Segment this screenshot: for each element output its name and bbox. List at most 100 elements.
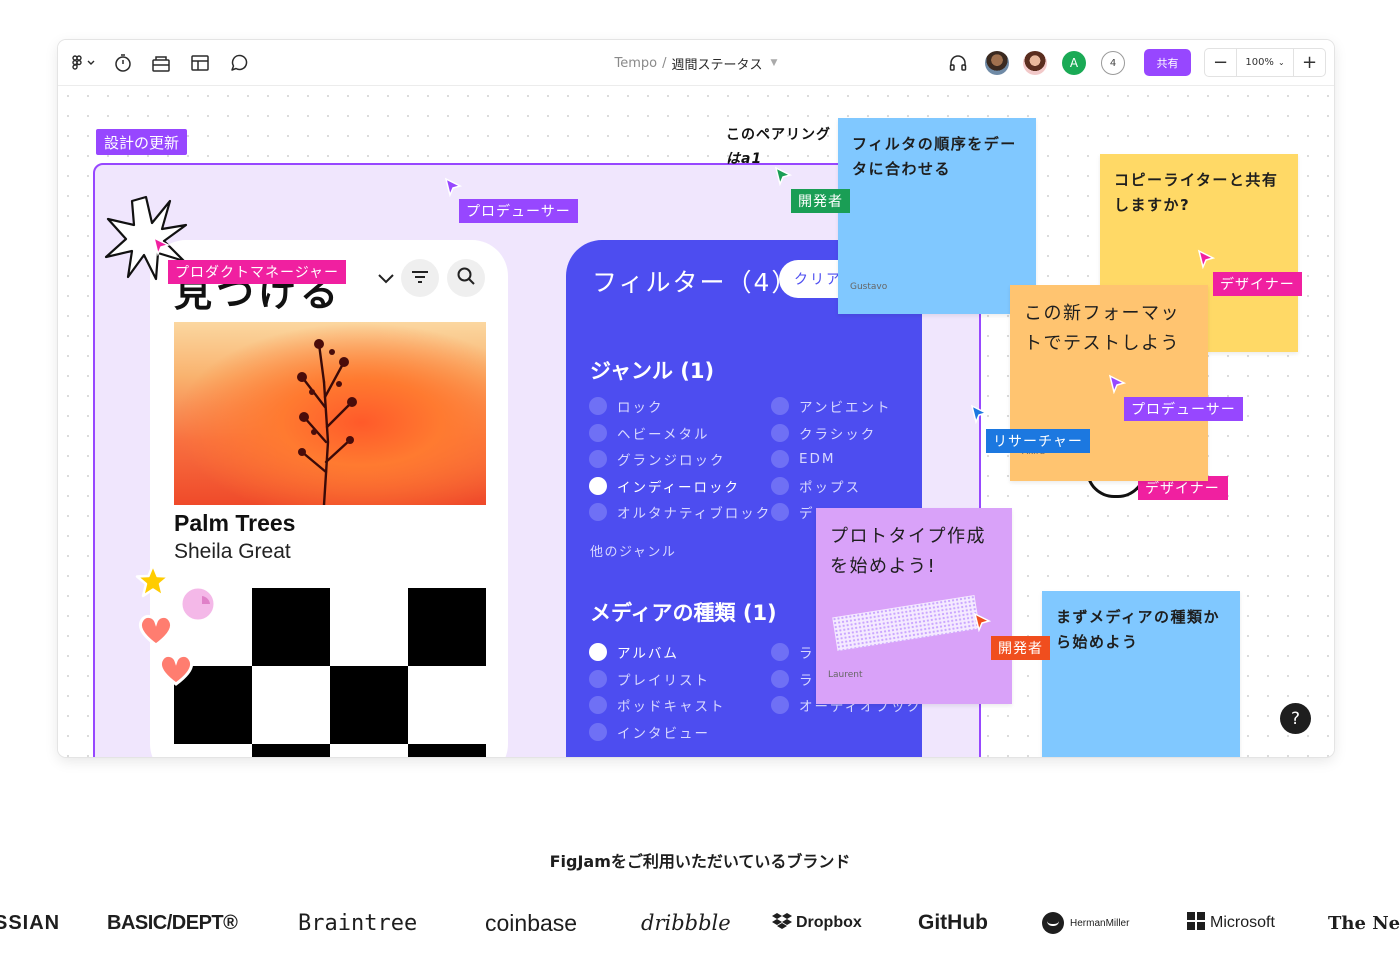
genre-option[interactable]: オルタナティブロック [589, 502, 771, 522]
media-option[interactable]: アルバム [589, 642, 726, 662]
radio-selected-icon [589, 476, 607, 495]
artist-name[interactable]: Sheila Great [174, 540, 291, 564]
figma-menu-icon[interactable] [70, 52, 98, 74]
radio-selected-icon [589, 643, 607, 661]
breadcrumb-file-name[interactable]: 週間ステータス [672, 54, 763, 73]
option-label: プレイリスト [617, 672, 710, 689]
cursor-tag: リサーチャー [986, 429, 1090, 453]
chevron-down-icon: ⌄ [1277, 58, 1285, 67]
genre-option[interactable]: インディーロック [589, 476, 771, 496]
radio-icon [589, 722, 607, 741]
option-label: EDM [799, 451, 836, 467]
sticky-note[interactable]: フィルタの順序をデー タに合わせる Gustavo [838, 118, 1036, 314]
cursor-arrow-icon [1197, 249, 1216, 270]
option-label: オルタナティブロック [617, 506, 772, 522]
cursor-arrow-icon [973, 612, 992, 633]
zoom-level-value: 100% [1245, 57, 1274, 68]
genre-option[interactable]: グランジロック [589, 449, 771, 469]
cursor-arrow-icon [1108, 374, 1127, 395]
zoom-level-dropdown[interactable]: 100% ⌄ [1236, 49, 1294, 76]
handwritten-line: このペアリング [726, 127, 831, 143]
breadcrumb-project[interactable]: Tempo [615, 56, 658, 71]
option-label: グランジロック [617, 453, 726, 469]
option-label: ポッドキャスト [617, 699, 726, 715]
brand-logo-microsoft: Microsoft [1187, 906, 1275, 940]
filter-title: フィルター（4） [592, 268, 799, 297]
sticky-text: を始めよう! [830, 556, 937, 577]
checker-square [252, 588, 330, 666]
sort-button[interactable] [401, 259, 439, 297]
other-genres-link[interactable]: 他のジャンル [590, 541, 676, 560]
hermanmiller-icon [1042, 912, 1064, 934]
checker-square [252, 744, 330, 757]
genre-option[interactable]: EDM [771, 449, 891, 469]
radio-icon [589, 423, 607, 442]
radio-icon [771, 669, 789, 688]
avatar[interactable]: A [1062, 51, 1086, 75]
star-sticker-icon[interactable] [134, 562, 172, 604]
hermanmiller-wordmark: HermanMiller [1070, 917, 1130, 929]
microsoft-wordmark: Microsoft [1210, 914, 1275, 931]
brand-logo-github: GitHub [918, 911, 988, 934]
brand-logo-atlassian: SSIAN [0, 911, 61, 934]
radio-icon [771, 476, 789, 495]
genre-option[interactable]: クラシック [771, 423, 891, 443]
sticky-text: コピーライターと共有 [1114, 171, 1279, 189]
genre-heading: ジャンル (1) [590, 359, 715, 383]
share-button[interactable]: 共有 [1144, 49, 1191, 76]
zoom-control: − 100% ⌄ + [1204, 48, 1326, 77]
genre-options-left: ロック ヘビーメタル グランジロック インディーロック オルタナティブロック [589, 396, 771, 529]
radio-icon [589, 503, 607, 521]
avatar[interactable] [985, 51, 1009, 75]
search-button[interactable] [447, 259, 485, 297]
whiteboard-canvas[interactable]: 設計の更新 見つける Palm Trees Sheila Great フィルター… [58, 86, 1334, 757]
plant-silhouette [297, 339, 357, 505]
radio-icon [589, 669, 607, 688]
checker-square [408, 588, 486, 666]
sticky-note[interactable]: まずメディアの種類か ら始めよう [1042, 591, 1240, 757]
avatar[interactable] [1023, 51, 1047, 75]
brand-logo-dribbble: dribbble [641, 911, 731, 935]
handwritten-note[interactable]: このペアリング はa1 [726, 123, 831, 171]
zoom-in-button[interactable]: + [1294, 49, 1325, 76]
media-option[interactable]: ポッドキャスト [589, 695, 726, 715]
page-root: Tempo / 週間ステータス ▼ A 4 共有 − 100% ⌄ + 設計の更… [0, 0, 1400, 975]
cursor-arrow-icon [152, 236, 171, 257]
genre-option[interactable]: ヘビーメタル [589, 423, 771, 443]
chevron-down-icon[interactable] [376, 268, 396, 288]
genre-option[interactable]: アンビエント [771, 396, 891, 416]
sticker-icon[interactable] [178, 584, 218, 628]
radio-icon [589, 696, 607, 714]
genre-option[interactable]: ロック [589, 396, 771, 416]
heart-sticker-icon[interactable] [136, 612, 176, 652]
section-label[interactable]: 設計の更新 [96, 129, 188, 155]
brand-logo-hermanmiller: HermanMiller [1042, 906, 1129, 940]
cursor-tag: プロダクトマネージャー [168, 260, 347, 284]
zoom-out-button[interactable]: − [1205, 49, 1236, 76]
breadcrumb-separator: / [662, 55, 667, 71]
library-icon[interactable] [150, 52, 172, 74]
cursor-arrow-icon [774, 166, 793, 187]
radio-icon [771, 397, 789, 415]
comment-icon[interactable] [228, 52, 250, 74]
checker-square [330, 666, 408, 744]
radio-icon [589, 450, 607, 468]
media-option[interactable]: インタビュー [589, 722, 726, 742]
album-art-image[interactable] [174, 322, 486, 505]
timer-icon[interactable] [112, 52, 134, 74]
chevron-down-icon[interactable]: ▼ [771, 58, 778, 68]
canvas-content: 設計の更新 見つける Palm Trees Sheila Great フィルター… [58, 86, 1334, 757]
option-label: インディーロック [617, 479, 741, 496]
collaborator-count[interactable]: 4 [1101, 51, 1125, 75]
heart-sticker-icon[interactable] [156, 651, 196, 691]
sticky-text: タに合わせる [852, 160, 952, 178]
genre-option[interactable]: ポップス [771, 476, 891, 496]
radio-icon [771, 503, 789, 521]
media-option[interactable]: プレイリスト [589, 669, 726, 689]
help-button[interactable]: ? [1280, 703, 1311, 734]
radio-icon [771, 643, 789, 661]
headphones-icon[interactable] [946, 52, 970, 74]
checkerboard-image[interactable] [174, 588, 486, 757]
song-title[interactable]: Palm Trees [174, 510, 295, 537]
layout-icon[interactable] [189, 52, 211, 74]
